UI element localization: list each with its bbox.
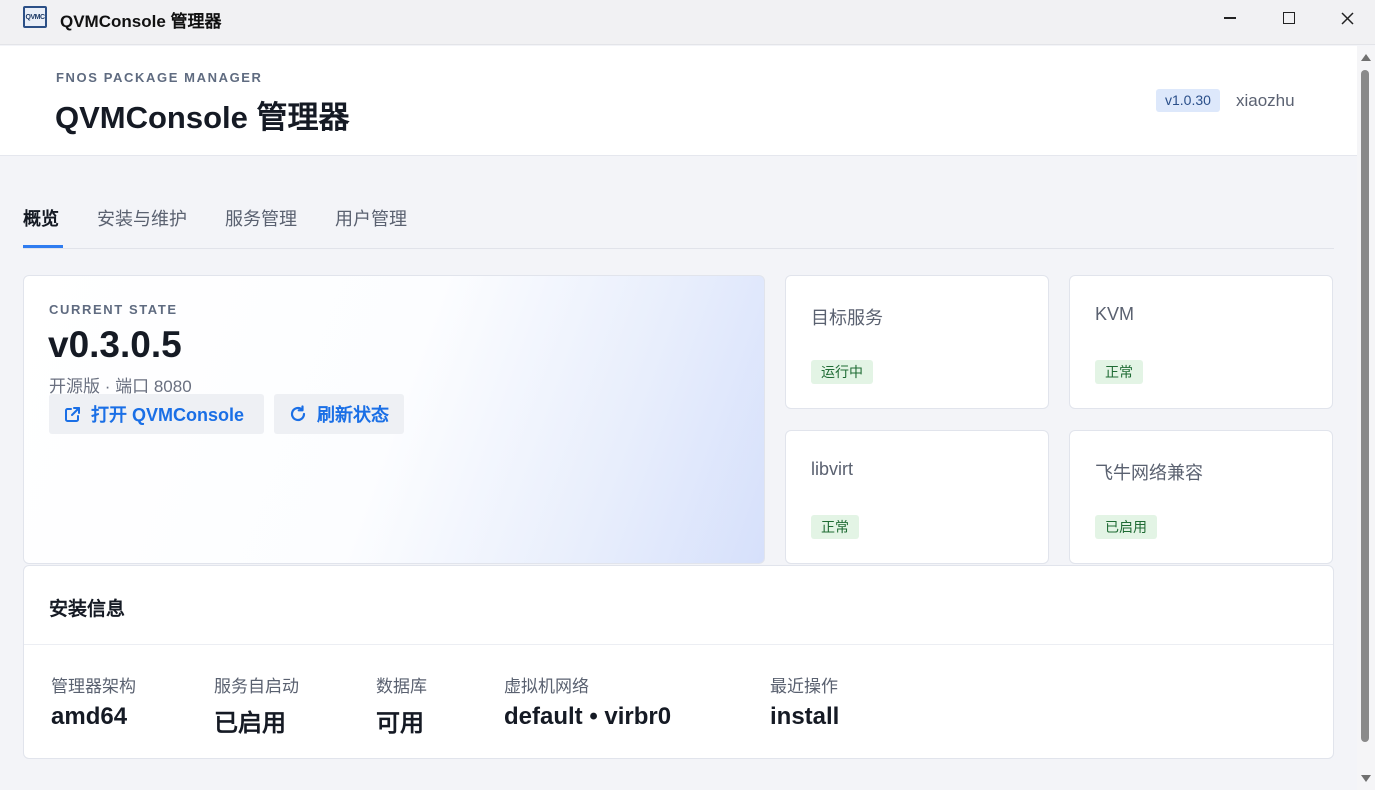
header-eyebrow: FNOS PACKAGE MANAGER [56, 70, 263, 85]
status-card-name: libvirt [811, 459, 854, 479]
active-tab-indicator [23, 245, 63, 248]
info-label: 数据库 [376, 677, 427, 696]
scroll-down-arrow-icon[interactable] [1361, 775, 1371, 782]
app-logo-icon: QVMC [23, 6, 47, 28]
info-item-vm-network: 虚拟机网络 default • virbr0 [504, 672, 671, 731]
current-version: v0.3.0.5 [48, 324, 182, 365]
install-info-panel: 安装信息 管理器架构 amd64 服务自启动 已启用 数据库 可用 虚拟机网络 … [23, 565, 1334, 759]
info-item-autostart: 服务自启动 已启用 [214, 672, 299, 738]
status-card-libvirt: libvirt 正常 [785, 430, 1049, 564]
tab-service-management[interactable]: 服务管理 [225, 205, 297, 231]
scroll-up-arrow-icon[interactable] [1361, 54, 1371, 61]
vertical-scrollbar[interactable] [1357, 46, 1375, 790]
refresh-icon [290, 405, 306, 422]
tab-install-maintenance[interactable]: 安装与维护 [97, 205, 187, 231]
maximize-button[interactable] [1264, 0, 1314, 36]
close-icon [1340, 11, 1354, 25]
window-titlebar: QVMC QVMConsole 管理器 [0, 0, 1375, 45]
status-card-name: 飞牛网络兼容 [1095, 463, 1203, 483]
minimize-icon [1224, 17, 1236, 19]
minimize-button[interactable] [1205, 0, 1255, 36]
info-value: amd64 [51, 703, 128, 730]
tab-user-management[interactable]: 用户管理 [335, 205, 407, 231]
info-label: 虚拟机网络 [504, 677, 589, 696]
version-badge: v1.0.30 [1156, 89, 1220, 112]
maximize-icon [1283, 12, 1295, 24]
window-title: QVMConsole 管理器 [60, 12, 222, 31]
tab-overview[interactable]: 概览 [23, 205, 59, 231]
status-card-name: 目标服务 [811, 308, 883, 328]
status-badge: 正常 [1095, 360, 1143, 384]
current-state-label: CURRENT STATE [49, 302, 178, 317]
scroll-thumb[interactable] [1361, 70, 1369, 742]
info-value: 可用 [376, 710, 424, 737]
open-qvmconsole-label: 打开 QVMConsole [91, 405, 245, 425]
info-value: default • virbr0 [504, 703, 672, 730]
divider [24, 644, 1333, 645]
info-item-database: 数据库 可用 [376, 672, 427, 738]
info-item-last-action: 最近操作 install [770, 672, 839, 731]
status-card-fnos-network: 飞牛网络兼容 已启用 [1069, 430, 1333, 564]
current-state-card: CURRENT STATE v0.3.0.5 开源版 · 端口 8080 打开 … [23, 275, 765, 564]
status-badge: 已启用 [1095, 515, 1157, 539]
info-label: 管理器架构 [51, 677, 136, 696]
page-header: FNOS PACKAGE MANAGER QVMConsole 管理器 v1.0… [0, 46, 1357, 156]
info-value: install [770, 703, 840, 730]
status-card-target-service: 目标服务 运行中 [785, 275, 1049, 409]
close-button[interactable] [1322, 0, 1372, 36]
status-card-name: KVM [1095, 304, 1135, 324]
info-item-architecture: 管理器架构 amd64 [51, 672, 136, 731]
tab-bar: 概览 安装与维护 服务管理 用户管理 [23, 195, 1334, 249]
open-qvmconsole-button[interactable]: 打开 QVMConsole [49, 394, 264, 434]
status-card-kvm: KVM 正常 [1069, 275, 1333, 409]
info-value: 已启用 [214, 710, 286, 737]
refresh-status-label: 刷新状态 [317, 405, 389, 425]
status-badge: 正常 [811, 515, 859, 539]
external-link-icon [65, 406, 80, 422]
page-title: QVMConsole 管理器 [55, 100, 350, 135]
current-user: xiaozhu [1236, 91, 1295, 110]
status-badge: 运行中 [811, 360, 873, 384]
info-label: 服务自启动 [214, 677, 299, 696]
info-label: 最近操作 [770, 677, 838, 696]
install-info-title: 安装信息 [49, 599, 126, 620]
refresh-status-button[interactable]: 刷新状态 [274, 394, 404, 434]
